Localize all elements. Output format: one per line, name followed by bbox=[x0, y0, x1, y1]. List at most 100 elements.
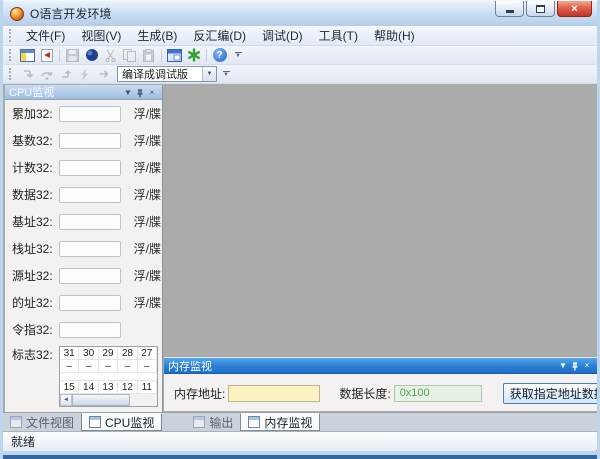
toolbar-grip[interactable] bbox=[9, 49, 14, 62]
step-into-icon[interactable] bbox=[18, 66, 37, 83]
close-icon[interactable]: × bbox=[146, 86, 158, 99]
chevron-down-icon[interactable]: ▼ bbox=[202, 67, 216, 81]
register-row: 计数32: 浮/牒 bbox=[5, 154, 162, 181]
register-input-ebp[interactable] bbox=[59, 214, 121, 230]
maximize-button[interactable] bbox=[526, 1, 555, 17]
memory-monitor-panel: 内存监视 ▼ × 内存地址: 数据长度: 获取指定地址数据在数据区 bbox=[164, 357, 597, 411]
chevron-down-icon: ▼ bbox=[235, 54, 241, 59]
register-label: 栈址32: bbox=[12, 240, 59, 257]
register-input-esp[interactable] bbox=[59, 241, 121, 257]
register-format-toggle[interactable]: 浮/牒 bbox=[134, 105, 162, 122]
menu-disassembly[interactable]: 反汇编(D) bbox=[185, 25, 254, 46]
scrollbar-thumb[interactable] bbox=[72, 394, 130, 406]
toolbar-overflow-button[interactable]: ▼ bbox=[220, 71, 232, 78]
compile-icon[interactable] bbox=[82, 47, 101, 64]
maximize-icon bbox=[536, 5, 545, 13]
scrollbar-track[interactable] bbox=[72, 394, 157, 406]
menubar-grip[interactable] bbox=[9, 29, 14, 42]
register-format-toggle[interactable]: 浮/牒 bbox=[134, 132, 162, 149]
debug-toolbar: 编译成调试版 ▼ ▼ bbox=[3, 65, 597, 84]
register-row: 累加32: 浮/牒 bbox=[5, 100, 162, 127]
pin-icon[interactable] bbox=[569, 360, 581, 371]
register-input-edi[interactable] bbox=[59, 295, 121, 311]
help-button[interactable]: ? bbox=[210, 47, 229, 64]
toolbar-grip[interactable] bbox=[9, 68, 14, 81]
tab-label: 文件视图 bbox=[26, 414, 74, 431]
flags-horizontal-scrollbar[interactable]: ◄ bbox=[60, 394, 157, 406]
open-icon[interactable] bbox=[37, 47, 56, 64]
tab-label: 输出 bbox=[209, 414, 233, 431]
close-button[interactable]: × bbox=[557, 1, 592, 17]
register-format-toggle[interactable]: 浮/牒 bbox=[134, 294, 162, 311]
panel-menu-icon[interactable]: ▼ bbox=[557, 359, 569, 372]
flags-label: 标志32: bbox=[12, 346, 59, 363]
step-over-icon[interactable] bbox=[37, 66, 56, 83]
cpu-monitor-panel: CPU监视 ▼ × 累加32: 浮/牒 基数32: 浮/牒 计数32: 浮 bbox=[5, 85, 163, 412]
panel-menu-icon[interactable]: ▼ bbox=[122, 86, 134, 99]
memory-panel-header[interactable]: 内存监视 ▼ × bbox=[164, 358, 597, 374]
flag-bit-cell: 15 bbox=[60, 381, 79, 394]
flag-bit-cell: 14 bbox=[79, 381, 98, 394]
paste-icon[interactable] bbox=[139, 47, 158, 64]
flag-bit-cell: 31 bbox=[60, 347, 79, 360]
menu-file[interactable]: 文件(F) bbox=[18, 25, 73, 46]
tab-output[interactable]: 输出 bbox=[186, 413, 240, 431]
toolbar-overflow-button[interactable]: ▼ bbox=[232, 52, 244, 59]
new-window-icon[interactable] bbox=[18, 47, 37, 64]
main-toolbar: ? ▼ bbox=[3, 46, 597, 65]
step-out-icon[interactable] bbox=[56, 66, 75, 83]
pin-icon[interactable] bbox=[134, 87, 146, 98]
app-logo-icon bbox=[10, 7, 24, 21]
register-label: 令指32: bbox=[12, 321, 59, 338]
register-input-edx[interactable] bbox=[59, 187, 121, 203]
register-format-toggle[interactable]: 浮/牒 bbox=[134, 213, 162, 230]
run-icon[interactable] bbox=[75, 66, 94, 83]
tab-file-view[interactable]: 文件视图 bbox=[3, 413, 81, 431]
minimize-icon bbox=[506, 10, 514, 13]
register-format-toggle[interactable]: 浮/牒 bbox=[134, 240, 162, 257]
register-format-toggle[interactable]: 浮/牒 bbox=[134, 159, 162, 176]
data-length-input[interactable] bbox=[394, 385, 482, 402]
register-row: 基址32: 浮/牒 bbox=[5, 208, 162, 235]
cpu-monitor-tab-icon bbox=[89, 416, 101, 428]
file-view-tab-icon bbox=[10, 416, 22, 428]
flag-values-row: – – – – – bbox=[60, 360, 157, 373]
register-input-esi[interactable] bbox=[59, 268, 121, 284]
scroll-left-icon[interactable]: ◄ bbox=[60, 394, 72, 406]
cpu-panel-header[interactable]: CPU监视 ▼ × bbox=[5, 85, 162, 100]
menu-help[interactable]: 帮助(H) bbox=[366, 25, 423, 46]
fetch-memory-button[interactable]: 获取指定地址数据在数据区 bbox=[503, 383, 597, 404]
save-icon[interactable] bbox=[63, 47, 82, 64]
close-icon[interactable]: × bbox=[581, 359, 593, 372]
menu-build[interactable]: 生成(B) bbox=[129, 25, 185, 46]
build-config-value: 编译成调试版 bbox=[118, 66, 202, 82]
debug-icon[interactable] bbox=[184, 47, 203, 64]
memory-address-label: 内存地址: bbox=[174, 385, 225, 402]
titlebar: O语言开发环境 × bbox=[0, 0, 600, 26]
tab-memory-monitor[interactable]: 内存监视 bbox=[240, 413, 320, 431]
copy-icon[interactable] bbox=[120, 47, 139, 64]
menu-tools[interactable]: 工具(T) bbox=[311, 25, 366, 46]
menu-view[interactable]: 视图(V) bbox=[73, 25, 129, 46]
flag-value-cell: – bbox=[138, 360, 157, 373]
run-to-cursor-icon[interactable] bbox=[94, 66, 113, 83]
flag-bit-cell: 13 bbox=[99, 381, 118, 394]
cut-icon[interactable] bbox=[101, 47, 120, 64]
memory-address-input[interactable] bbox=[228, 385, 320, 402]
minimize-button[interactable] bbox=[495, 1, 524, 17]
build-config-combo[interactable]: 编译成调试版 ▼ bbox=[117, 66, 217, 82]
register-row: 数据32: 浮/牒 bbox=[5, 181, 162, 208]
register-input-ecx[interactable] bbox=[59, 160, 121, 176]
register-row: 基数32: 浮/牒 bbox=[5, 127, 162, 154]
cpu-panel-title: CPU监视 bbox=[9, 85, 122, 100]
register-format-toggle[interactable]: 浮/牒 bbox=[134, 186, 162, 203]
register-input-eax[interactable] bbox=[59, 106, 121, 122]
register-format-toggle[interactable]: 浮/牒 bbox=[134, 267, 162, 284]
tab-cpu-monitor[interactable]: CPU监视 bbox=[81, 413, 162, 431]
register-input-ebx[interactable] bbox=[59, 133, 121, 149]
statusbar: 就绪 bbox=[3, 431, 597, 451]
register-input-eip[interactable] bbox=[59, 322, 121, 338]
toolbar-separator bbox=[59, 49, 60, 62]
cascade-windows-icon[interactable] bbox=[165, 47, 184, 64]
menu-debug[interactable]: 调试(D) bbox=[254, 25, 311, 46]
